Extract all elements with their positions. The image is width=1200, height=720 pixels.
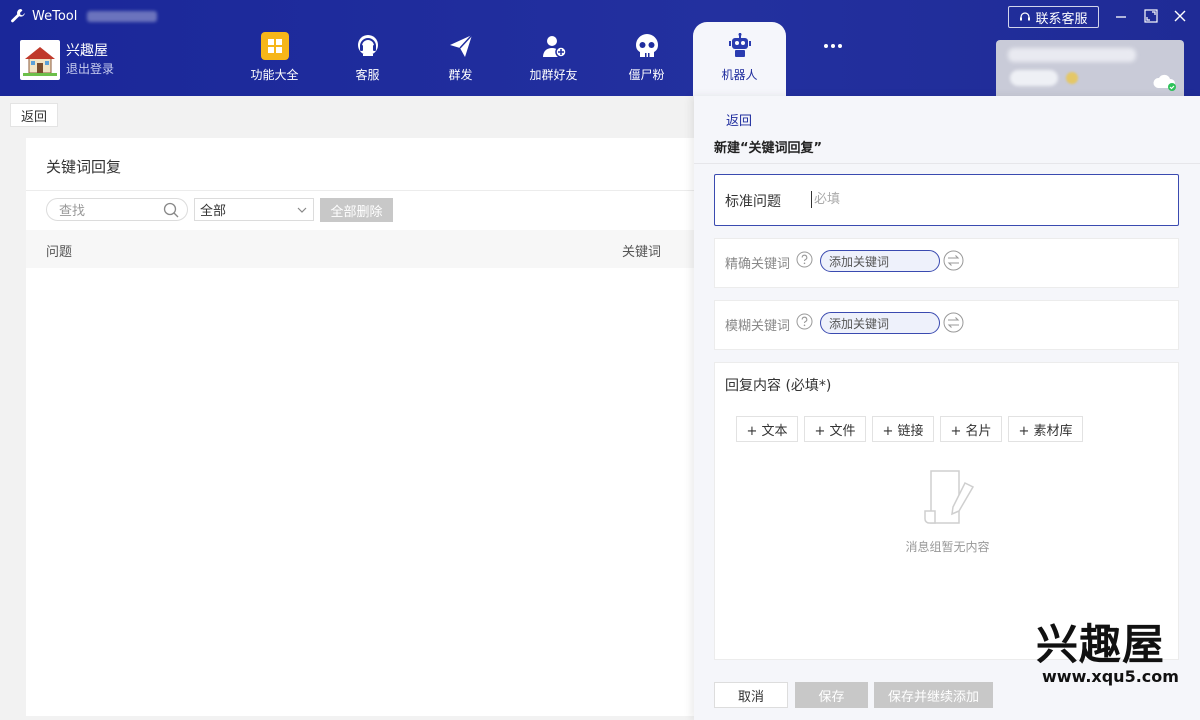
reply-content-label: 回复内容 (必填*) [725,378,832,394]
empty-document-icon [924,470,975,524]
main-nav: 功能大全 客服 群发 加群好友 僵尸粉 机器人 [228,22,879,96]
account-tag-blurred [1010,70,1058,86]
chevron-down-icon [297,207,307,213]
add-library-button[interactable]: + 素材库 [1008,416,1083,442]
fuzzy-keyword-field: 模糊关键词 添加关键词 [714,300,1179,350]
filter-value: 全部 [200,204,227,219]
add-card-button[interactable]: + 名片 [940,416,1002,442]
watermark-brand: 兴趣屋 [1036,620,1166,669]
vip-badge-blurred [1066,72,1078,84]
add-file-button[interactable]: + 文件 [804,416,866,442]
search-input[interactable]: 查找 [46,198,188,221]
nav-item-robot[interactable]: 机器人 [693,22,786,96]
column-question: 问题 [46,245,73,260]
cloud-online-icon [1153,74,1176,91]
nav-label: 僵尸粉 [628,68,665,82]
fuzzy-keyword-label: 模糊关键词 [725,319,791,334]
table-header: 问题 关键词 [26,230,696,268]
robot-icon [726,32,754,60]
standard-question-field[interactable]: 标准问题 必填 [714,174,1179,226]
add-user-icon [540,32,568,60]
user-name: 兴趣屋 [66,43,108,59]
drawer-title: 新建“关键词回复” [714,141,823,156]
swap-icon[interactable] [943,312,964,333]
standard-question-input[interactable]: 必填 [811,191,840,208]
contact-support-button[interactable]: 联系客服 [1008,6,1099,28]
contact-support-label: 联系客服 [1035,11,1088,27]
add-exact-keyword-input[interactable]: 添加关键词 [820,250,940,272]
delete-all-button[interactable]: 全部删除 [320,198,393,222]
column-keyword: 关键词 [622,245,662,260]
add-link-button[interactable]: + 链接 [872,416,934,442]
close-button[interactable] [1171,7,1189,25]
panel-title: 关键词回复 [46,158,122,176]
exact-keyword-field: 精确关键词 添加关键词 [714,238,1179,288]
search-icon [163,202,179,218]
empty-message: 消息组暂无内容 [905,540,990,554]
minimize-button[interactable] [1112,7,1130,25]
skull-icon [633,32,661,60]
house-icon [23,47,57,76]
nav-label: 客服 [355,68,380,82]
drawer-back-link[interactable]: 返回 [726,110,752,129]
nav-label: 功能大全 [250,68,299,82]
send-icon [447,32,475,60]
nav-label: 群发 [448,68,473,82]
wrench-icon [11,9,25,23]
save-button[interactable]: 保存 [795,682,868,708]
maximize-button[interactable] [1142,7,1160,25]
headset-small-icon [1020,12,1031,21]
app-title: WeTool [10,8,158,24]
reply-content-box: 回复内容 (必填*) + 文本 + 文件 + 链接 + 名片 + 素材库 消息组… [714,362,1179,660]
avatar[interactable] [20,40,60,80]
nav-item-broadcast[interactable]: 群发 [414,22,507,96]
back-button[interactable]: 返回 [10,103,58,127]
more-icon [819,32,847,60]
nav-item-zombie-fans[interactable]: 僵尸粉 [600,22,693,96]
keyword-reply-panel: 关键词回复 查找 全部 全部删除 问题 关键词 [26,138,696,716]
minimize-icon [1116,16,1126,18]
divider [694,163,1200,164]
close-icon [1174,10,1186,22]
nav-item-features[interactable]: 功能大全 [228,22,321,96]
top-header: WeTool 联系客服 兴趣屋 退出登录 功能大全 客服 群发 加群好友 僵尸粉… [0,0,1200,96]
help-icon[interactable] [796,313,813,330]
watermark-url: www.xqu5.com [1042,667,1179,686]
add-text-button[interactable]: + 文本 [736,416,798,442]
account-id-blurred [1008,48,1136,62]
nav-label: 加群好友 [529,68,578,82]
save-and-continue-button[interactable]: 保存并继续添加 [874,682,993,708]
nav-item-more[interactable] [786,22,879,96]
user-profile: 兴趣屋 退出登录 [20,40,114,80]
nav-item-service[interactable]: 客服 [321,22,414,96]
watermark: 兴趣屋 www.xqu5.com [1036,622,1186,694]
grid-icon [260,32,289,60]
expand-icon [1144,9,1158,23]
cancel-button[interactable]: 取消 [714,682,788,708]
swap-icon[interactable] [943,250,964,271]
nav-label: 机器人 [721,68,758,82]
headset-icon [354,32,382,60]
filter-select[interactable]: 全部 [194,198,314,221]
add-content-buttons: + 文本 + 文件 + 链接 + 名片 + 素材库 [736,416,1083,442]
nav-item-add-friends[interactable]: 加群好友 [507,22,600,96]
logout-link[interactable]: 退出登录 [66,60,114,78]
standard-question-label: 标准问题 [725,194,781,210]
account-card[interactable] [996,40,1184,96]
exact-keyword-label: 精确关键词 [725,257,791,272]
version-blurred [87,10,158,22]
add-fuzzy-keyword-input[interactable]: 添加关键词 [820,312,940,334]
search-placeholder: 查找 [59,204,86,219]
divider [26,190,696,191]
app-title-text: WeTool [32,8,78,24]
help-icon[interactable] [796,251,813,268]
